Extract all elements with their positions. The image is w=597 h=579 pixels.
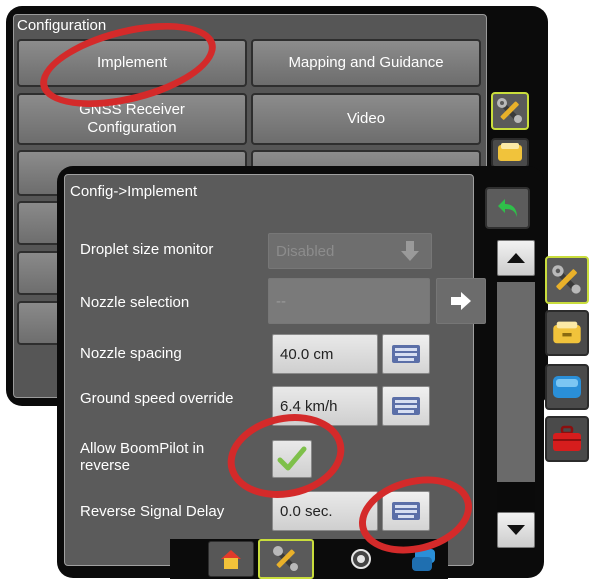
toolbox-icon (553, 425, 581, 451)
tools-icon (552, 265, 581, 294)
mapping-guidance-button[interactable]: Mapping and Guidance (251, 39, 481, 87)
back-button[interactable] (485, 187, 530, 229)
layers-icon (553, 321, 581, 344)
down-triangle-icon (507, 525, 525, 535)
layers-tab-back[interactable] (491, 138, 529, 168)
scroll-down-button[interactable] (497, 512, 535, 548)
tools-tab-front[interactable] (545, 256, 589, 304)
nozzle-spacing-field[interactable]: 40.0 cm (272, 334, 378, 374)
nozzle-spacing-label: Nozzle spacing (80, 345, 182, 362)
droplet-size-monitor-label: Droplet size monitor (80, 241, 214, 258)
keyboard-icon (392, 397, 420, 415)
screen-icon (553, 376, 581, 398)
ground-speed-override-label: Ground speed override (80, 390, 234, 407)
down-arrow-icon (401, 241, 419, 261)
back-arrow-icon (497, 199, 517, 217)
toolbox-tab[interactable] (545, 416, 589, 462)
nozzle-spacing-keyboard-button[interactable] (382, 334, 430, 374)
nozzle-selection-next-button[interactable] (436, 278, 486, 324)
layers-icon (498, 143, 522, 161)
dropdown-arrow[interactable] (392, 235, 428, 267)
nozzle-selection-value: -- (276, 292, 286, 310)
screen-tab[interactable] (545, 364, 589, 410)
up-triangle-icon (507, 253, 525, 263)
nozzle-selection-label: Nozzle selection (80, 294, 190, 311)
tools-tab[interactable] (491, 92, 529, 130)
video-button[interactable]: Video (251, 93, 481, 145)
nozzle-selection-field[interactable]: -- (268, 278, 430, 324)
tools-icon (273, 546, 298, 571)
settings-nav-button[interactable] (258, 539, 314, 579)
layers-tab[interactable] (545, 310, 589, 356)
nozzle-spacing-value: 40.0 cm (280, 345, 334, 363)
keyboard-icon (392, 345, 420, 363)
reverse-signal-delay-label: Reverse Signal Delay (80, 503, 225, 520)
droplet-size-monitor-value: Disabled (276, 242, 335, 260)
ground-speed-keyboard-button[interactable] (382, 386, 430, 426)
reverse-signal-delay-value: 0.0 sec. (280, 502, 333, 520)
right-arrow-icon (451, 292, 471, 310)
ground-speed-value: 6.4 km/h (280, 397, 338, 415)
home-icon (221, 550, 241, 569)
allow-boompilot-reverse-label: Allow BoomPilot in reverse (80, 440, 205, 474)
scroll-up-button[interactable] (497, 240, 535, 276)
tools-icon (497, 98, 522, 123)
home-button[interactable] (208, 541, 254, 577)
settings-wheel-icon (351, 549, 371, 569)
configuration-title: Configuration (17, 17, 107, 34)
scroll-thumb[interactable] (497, 282, 535, 482)
breadcrumb: Config->Implement (70, 183, 198, 200)
